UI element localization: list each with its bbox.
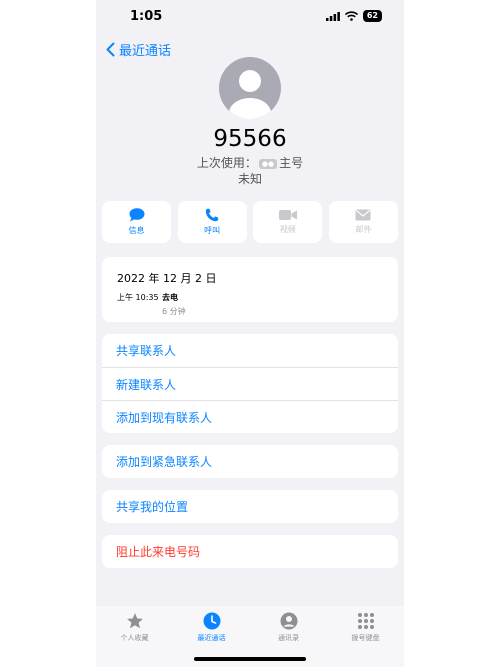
last-used-line-type: 主号 xyxy=(279,156,304,170)
keypad-icon xyxy=(357,613,374,629)
video-button[interactable]: 视频 xyxy=(253,201,323,243)
phone-icon xyxy=(205,208,219,222)
last-used-line: 上次使用： ●● 主号 xyxy=(96,154,404,171)
call-history-card: 2022 年 12 月 2 日 上午 10:35 去电 6 分钟 xyxy=(102,257,398,322)
contact-number: 95566 xyxy=(213,126,287,152)
status-bar: 1:05 62 xyxy=(96,0,404,34)
add-emergency-contact-row[interactable]: 添加到紧急联系人 xyxy=(102,445,398,478)
contact-location: 未知 xyxy=(237,172,262,186)
message-icon xyxy=(129,208,144,222)
call-button[interactable]: 呼叫 xyxy=(177,201,247,243)
call-time: 上午 10:35 xyxy=(117,293,159,302)
share-location-row[interactable]: 共享我的位置 xyxy=(102,490,398,523)
clock-icon xyxy=(203,612,220,630)
person-icon xyxy=(229,70,271,119)
mail-button[interactable]: 邮件 xyxy=(328,201,398,243)
tab-contacts-label: 通讯录 xyxy=(278,634,299,642)
contact-actions-card: 共享联系人 新建联系人 添加到现有联系人 xyxy=(102,334,398,433)
wifi-icon xyxy=(344,11,358,21)
phone-screen: 1:05 62 最近通话 95566 上次使用： ●● 主号 未知 信息 呼叫 … xyxy=(96,0,404,667)
mail-label: 邮件 xyxy=(355,225,372,234)
action-buttons: 信息 呼叫 视频 邮件 xyxy=(102,201,398,243)
call-label: 呼叫 xyxy=(204,226,221,235)
add-existing-contact-row[interactable]: 添加到现有联系人 xyxy=(102,400,398,433)
block-card: 阻止此来电号码 xyxy=(102,535,398,568)
home-indicator[interactable] xyxy=(194,657,306,661)
last-used-prefix: 上次使用： xyxy=(196,156,257,170)
back-button[interactable]: 最近通话 xyxy=(106,40,171,59)
contacts-icon xyxy=(280,612,297,630)
tab-recents-label: 最近通话 xyxy=(197,634,226,642)
share-location-card: 共享我的位置 xyxy=(102,490,398,523)
status-time: 1:05 xyxy=(130,9,163,24)
emergency-card: 添加到紧急联系人 xyxy=(102,445,398,478)
status-icons: 62 xyxy=(325,10,382,22)
message-button[interactable]: 信息 xyxy=(102,201,171,243)
block-caller-row[interactable]: 阻止此来电号码 xyxy=(102,535,398,568)
tab-keypad-label: 拨号键盘 xyxy=(351,634,380,642)
tab-keypad[interactable]: 拨号键盘 xyxy=(327,612,404,643)
video-label: 视频 xyxy=(279,225,296,234)
call-date: 2022 年 12 月 2 日 xyxy=(117,272,217,285)
tab-contacts[interactable]: 通讯录 xyxy=(250,612,327,643)
chevron-left-icon xyxy=(106,42,115,57)
call-duration: 6 分钟 xyxy=(162,307,186,316)
mail-icon xyxy=(355,209,371,221)
share-contact-row[interactable]: 共享联系人 xyxy=(102,334,398,367)
sim-badge-icon: ●● xyxy=(258,158,278,169)
call-type: 去电 xyxy=(162,293,178,302)
new-contact-row[interactable]: 新建联系人 xyxy=(102,367,398,400)
tab-recents[interactable]: 最近通话 xyxy=(173,612,250,643)
message-label: 信息 xyxy=(128,226,145,235)
video-icon xyxy=(278,210,297,220)
avatar xyxy=(219,57,281,119)
signal-icon xyxy=(325,11,340,21)
back-label: 最近通话 xyxy=(119,44,172,59)
battery-icon: 62 xyxy=(362,10,382,22)
star-icon xyxy=(126,613,143,629)
tab-favorites[interactable]: 个人收藏 xyxy=(96,612,173,643)
tab-favorites-label: 个人收藏 xyxy=(120,634,149,642)
